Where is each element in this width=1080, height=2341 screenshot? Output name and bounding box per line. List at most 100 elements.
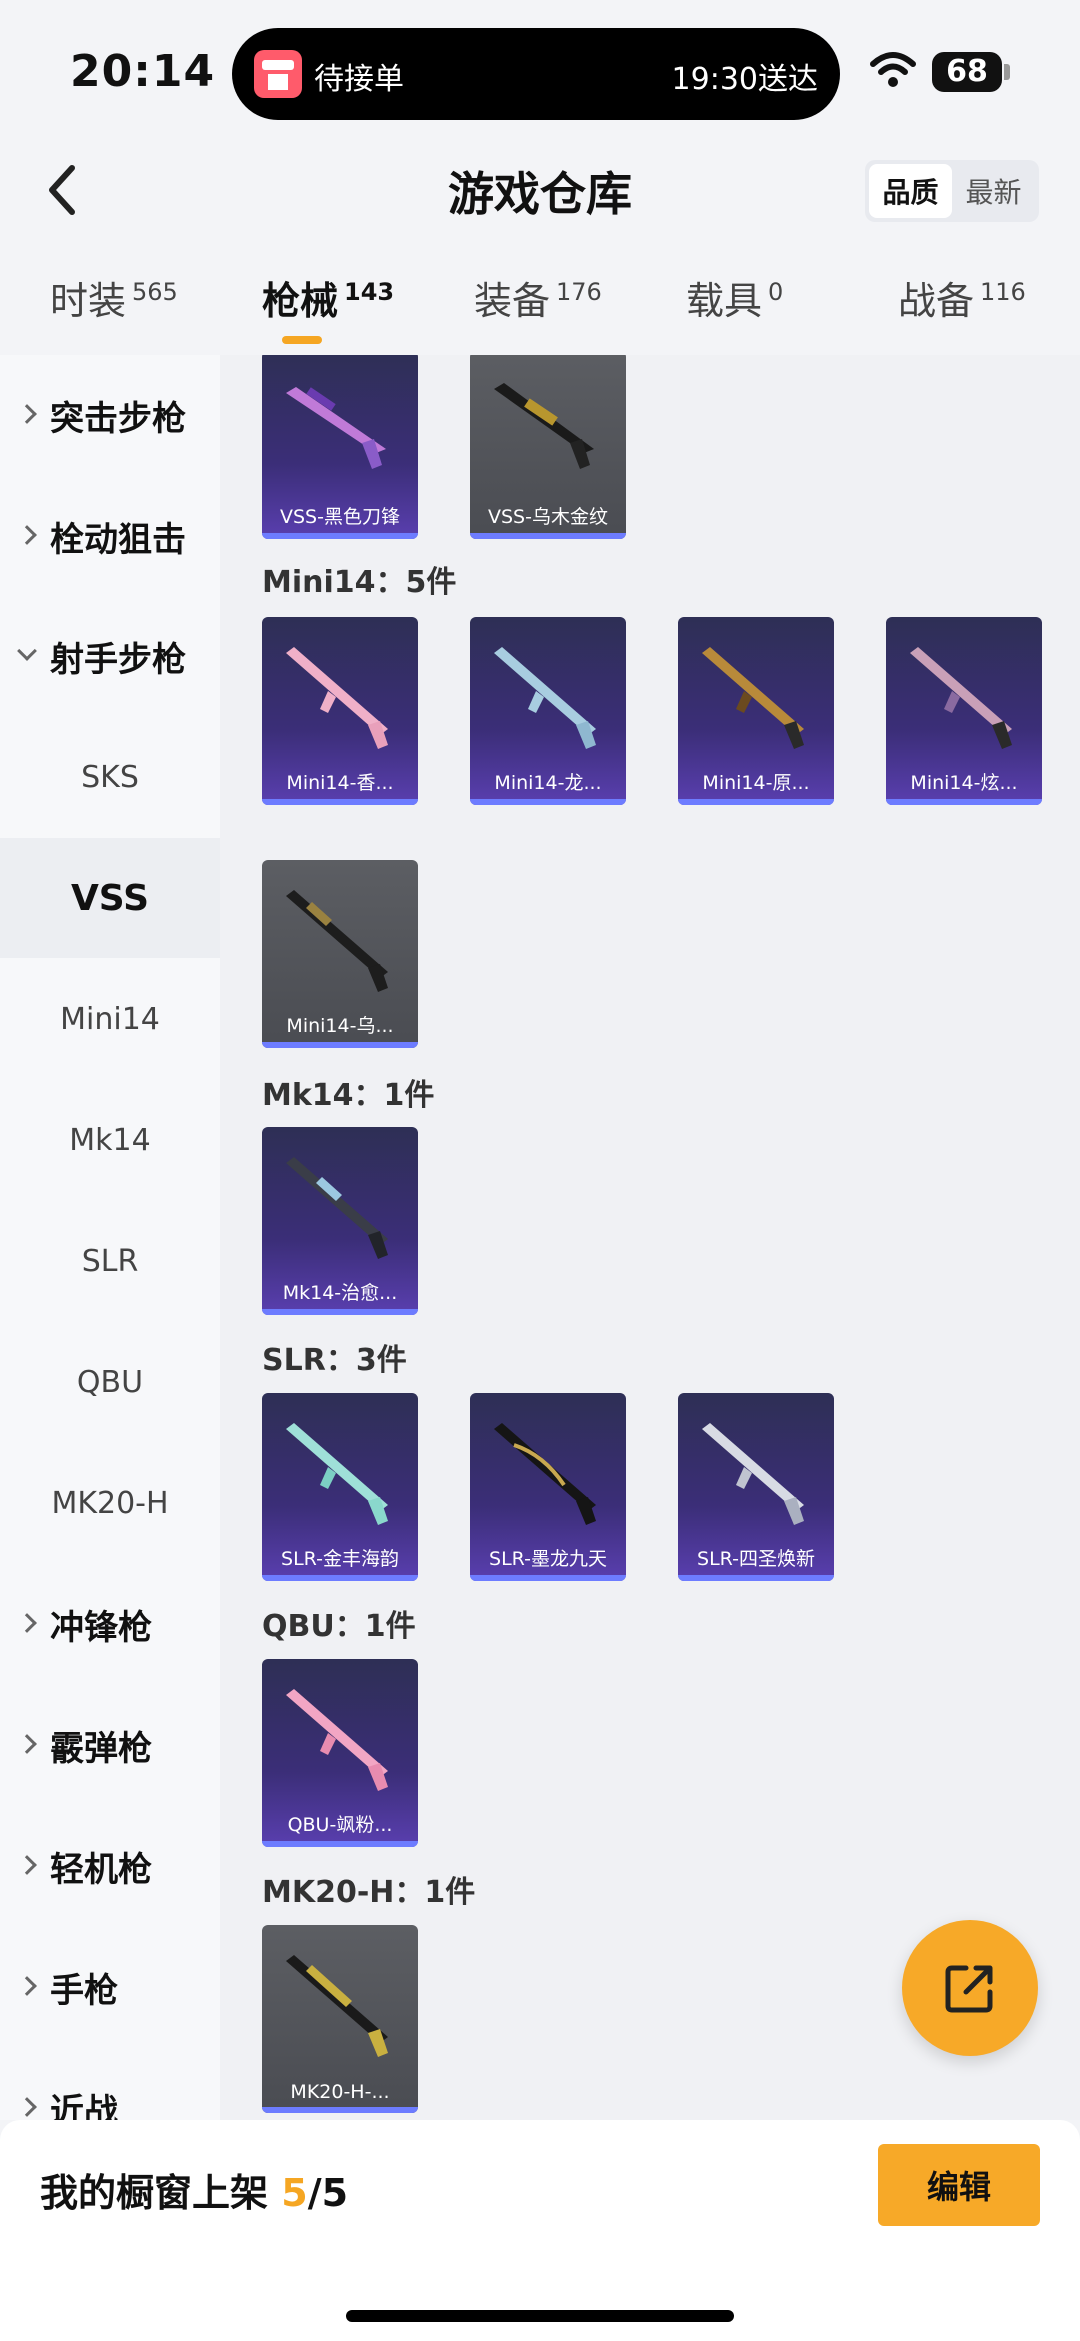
- rarity-bar: [262, 533, 418, 539]
- sidebar-item-pistol[interactable]: 手枪: [0, 1927, 220, 2047]
- sidebar-item-vss[interactable]: VSS: [0, 838, 220, 958]
- chevron-right-icon: [17, 1976, 37, 1996]
- item-card[interactable]: Mini14-香...: [262, 617, 418, 805]
- tab-guns[interactable]: 枪械 143: [262, 270, 394, 325]
- share-fab-button[interactable]: [902, 1920, 1038, 2056]
- home-indicator[interactable]: [346, 2310, 734, 2322]
- sidebar-item-label: 冲锋枪: [50, 1607, 152, 1648]
- sidebar-item-slr[interactable]: SLR: [0, 1201, 220, 1321]
- chevron-right-icon: [17, 525, 37, 545]
- shelf-used-count: 5: [281, 2171, 308, 2215]
- tab-label: 载具: [686, 279, 763, 323]
- sidebar-item-label: 栓动狙击: [50, 519, 186, 560]
- gun-icon: [910, 647, 1012, 749]
- rarity-bar: [470, 533, 626, 539]
- item-name: VSS-黑色刀锋: [280, 506, 400, 528]
- sidebar-item-bolt-sniper[interactable]: 栓动狙击: [0, 476, 220, 596]
- gun-icon: [702, 647, 804, 749]
- item-name: SLR-金丰海韵: [281, 1548, 399, 1570]
- item-card[interactable]: SLR-金丰海韵: [262, 1393, 418, 1581]
- dynamic-island-order[interactable]: 待接单 19:30送达: [232, 28, 840, 120]
- rarity-bar: [262, 1575, 418, 1581]
- item-card[interactable]: VSS-黑色刀锋: [262, 355, 418, 539]
- item-card[interactable]: SLR-四圣焕新: [678, 1393, 834, 1581]
- rarity-bar: [470, 799, 626, 805]
- item-card[interactable]: MK20-H-...: [262, 1925, 418, 2113]
- chevron-right-icon: [17, 1855, 37, 1875]
- edit-button[interactable]: 编辑: [878, 2144, 1040, 2226]
- sidebar-item-qbu[interactable]: QBU: [0, 1322, 220, 1442]
- status-bar: 20:14 待接单 19:30送达 68: [0, 0, 1080, 140]
- sidebar-item-mk20h[interactable]: MK20-H: [0, 1443, 220, 1563]
- gun-icon: [494, 647, 596, 749]
- item-card[interactable]: Mini14-乌...: [262, 860, 418, 1048]
- item-card[interactable]: SLR-墨龙九天: [470, 1393, 626, 1581]
- shelf-status: 我的橱窗上架 5/5: [40, 2162, 348, 2217]
- share-external-icon: [945, 1965, 993, 2013]
- sort-newest-button[interactable]: 最新: [952, 164, 1035, 218]
- tab-active-indicator: [282, 336, 322, 344]
- item-name: Mini14-炫...: [910, 772, 1018, 794]
- tab-count: 143: [344, 278, 395, 306]
- sidebar-item-dmr[interactable]: 射手步枪: [0, 596, 220, 716]
- tab-supplies[interactable]: 战备 116: [898, 270, 1026, 325]
- item-name: SLR-墨龙九天: [489, 1548, 607, 1570]
- item-card[interactable]: VSS-乌木金纹: [470, 355, 626, 539]
- tab-label: 战备: [898, 279, 975, 323]
- rarity-bar: [886, 799, 1042, 805]
- sidebar-item-sks[interactable]: SKS: [0, 717, 220, 837]
- sidebar-item-melee[interactable]: 近战: [0, 2048, 220, 2120]
- item-card[interactable]: Mk14-治愈...: [262, 1127, 418, 1315]
- sort-toggle: 品质 最新: [865, 160, 1039, 222]
- item-name: MK20-H-...: [290, 2081, 390, 2103]
- sidebar-item-smg[interactable]: 冲锋枪: [0, 1564, 220, 1684]
- clock: 20:14: [70, 46, 216, 97]
- item-card[interactable]: Mini14-龙...: [470, 617, 626, 805]
- tab-count: 565: [132, 278, 178, 306]
- gun-icon: [494, 1423, 596, 1525]
- sort-quality-button[interactable]: 品质: [869, 164, 952, 218]
- item-grid: VSS-黑色刀锋 VSS-乌木金纹 Mini14：5件 Mini14-香... …: [220, 355, 1080, 2120]
- sidebar-item-mk14[interactable]: Mk14: [0, 1080, 220, 1200]
- sidebar-item-shotgun[interactable]: 霰弹枪: [0, 1685, 220, 1805]
- sidebar-item-lmg[interactable]: 轻机枪: [0, 1806, 220, 1926]
- item-name: Mk14-治愈...: [282, 1282, 398, 1304]
- bottom-bar: 我的橱窗上架 5/5 编辑: [0, 2120, 1080, 2341]
- rarity-bar: [262, 1841, 418, 1847]
- battery-icon: 68: [932, 52, 1002, 92]
- gun-icon: [286, 1689, 388, 1791]
- island-order-label: 待接单: [314, 62, 404, 97]
- item-name: SLR-四圣焕新: [697, 1548, 815, 1570]
- tab-vehicles[interactable]: 载具 0: [686, 270, 783, 325]
- battery-tip: [1004, 64, 1010, 80]
- item-card[interactable]: QBU-飒粉...: [262, 1659, 418, 1847]
- gun-icon: [286, 647, 388, 749]
- sidebar-item-label: 突击步枪: [50, 398, 186, 439]
- tab-fashion[interactable]: 时装 565: [50, 270, 178, 325]
- rarity-bar: [262, 799, 418, 805]
- tab-equipment[interactable]: 装备 176: [474, 270, 602, 325]
- sidebar-item-label: 射手步枪: [50, 639, 186, 680]
- item-name: QBU-飒粉...: [287, 1814, 393, 1836]
- item-card[interactable]: Mini14-原...: [678, 617, 834, 805]
- tab-label: 时装: [50, 279, 127, 323]
- shop-icon: [254, 50, 302, 98]
- wifi-icon: [870, 52, 916, 87]
- sidebar-item-label: 近战: [50, 2091, 118, 2121]
- gun-icon: [494, 383, 594, 469]
- chevron-right-icon: [17, 404, 37, 424]
- item-card[interactable]: Mini14-炫...: [886, 617, 1042, 805]
- gun-icon: [286, 1955, 388, 2057]
- sidebar: 突击步枪 栓动狙击 射手步枪 SKS VSS Mini14 Mk14 SLR Q…: [0, 355, 220, 2120]
- item-name: Mini14-香...: [286, 772, 394, 794]
- category-tabs: 时装 565 枪械 143 装备 176 载具 0 战备 116: [0, 270, 1080, 350]
- rarity-bar: [262, 1309, 418, 1315]
- gun-icon: [286, 890, 388, 992]
- item-name: Mini14-原...: [702, 772, 810, 794]
- sidebar-item-label: 轻机枪: [50, 1849, 152, 1890]
- sidebar-item-label: 霰弹枪: [50, 1728, 152, 1769]
- sidebar-item-mini14[interactable]: Mini14: [0, 959, 220, 1079]
- item-name: VSS-乌木金纹: [488, 506, 608, 528]
- sidebar-item-assault-rifle[interactable]: 突击步枪: [0, 355, 220, 475]
- chevron-right-icon: [17, 1734, 37, 1754]
